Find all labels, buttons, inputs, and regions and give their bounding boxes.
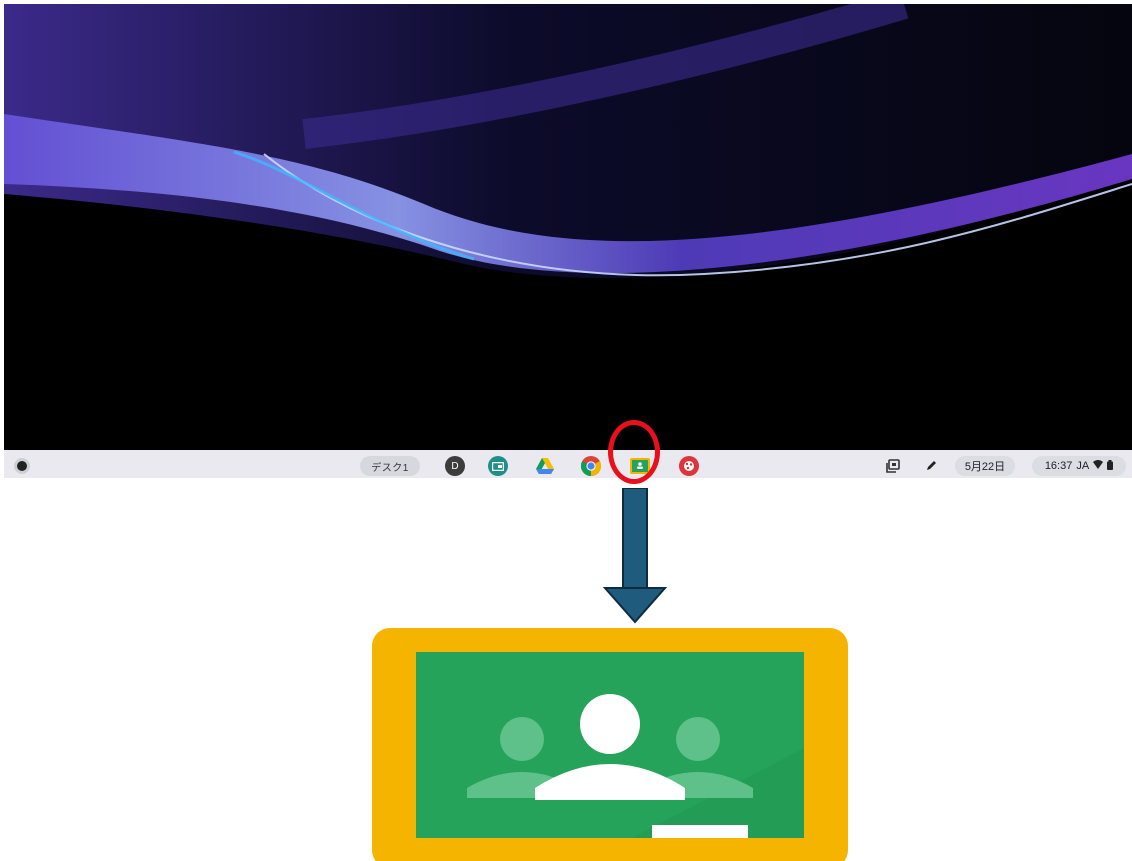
avatar-d-icon[interactable]: D — [445, 456, 465, 476]
date-button[interactable]: 5月22日 — [955, 456, 1015, 476]
desk-label: デスク1 — [371, 462, 409, 474]
desktop-wallpaper — [4, 4, 1132, 448]
red-palette-app-icon[interactable] — [679, 456, 699, 476]
teal-app-icon[interactable] — [488, 456, 508, 476]
battery-icon — [1107, 459, 1114, 473]
desk-button[interactable]: デスク1 — [360, 456, 420, 476]
status-area[interactable]: 16:37 JA — [1032, 456, 1126, 476]
google-classroom-logo — [372, 628, 848, 861]
chromeos-screen: デスク1 D 5月22日 16:37 JA — [4, 4, 1132, 478]
screen-capture-icon[interactable] — [884, 456, 902, 476]
google-drive-icon[interactable] — [535, 456, 555, 476]
stylus-pen-icon[interactable] — [922, 456, 940, 476]
wifi-icon — [1093, 460, 1104, 472]
ime-label: JA — [1076, 460, 1090, 472]
avatar-letter: D — [451, 460, 459, 472]
down-arrow-icon — [603, 488, 667, 624]
chrome-icon[interactable] — [581, 456, 601, 476]
highlight-circle — [608, 420, 660, 484]
time-label: 16:37 — [1044, 460, 1073, 472]
launcher-icon[interactable] — [12, 456, 32, 476]
date-label: 5月22日 — [964, 461, 1006, 473]
shelf: デスク1 D 5月22日 16:37 JA — [4, 450, 1132, 478]
